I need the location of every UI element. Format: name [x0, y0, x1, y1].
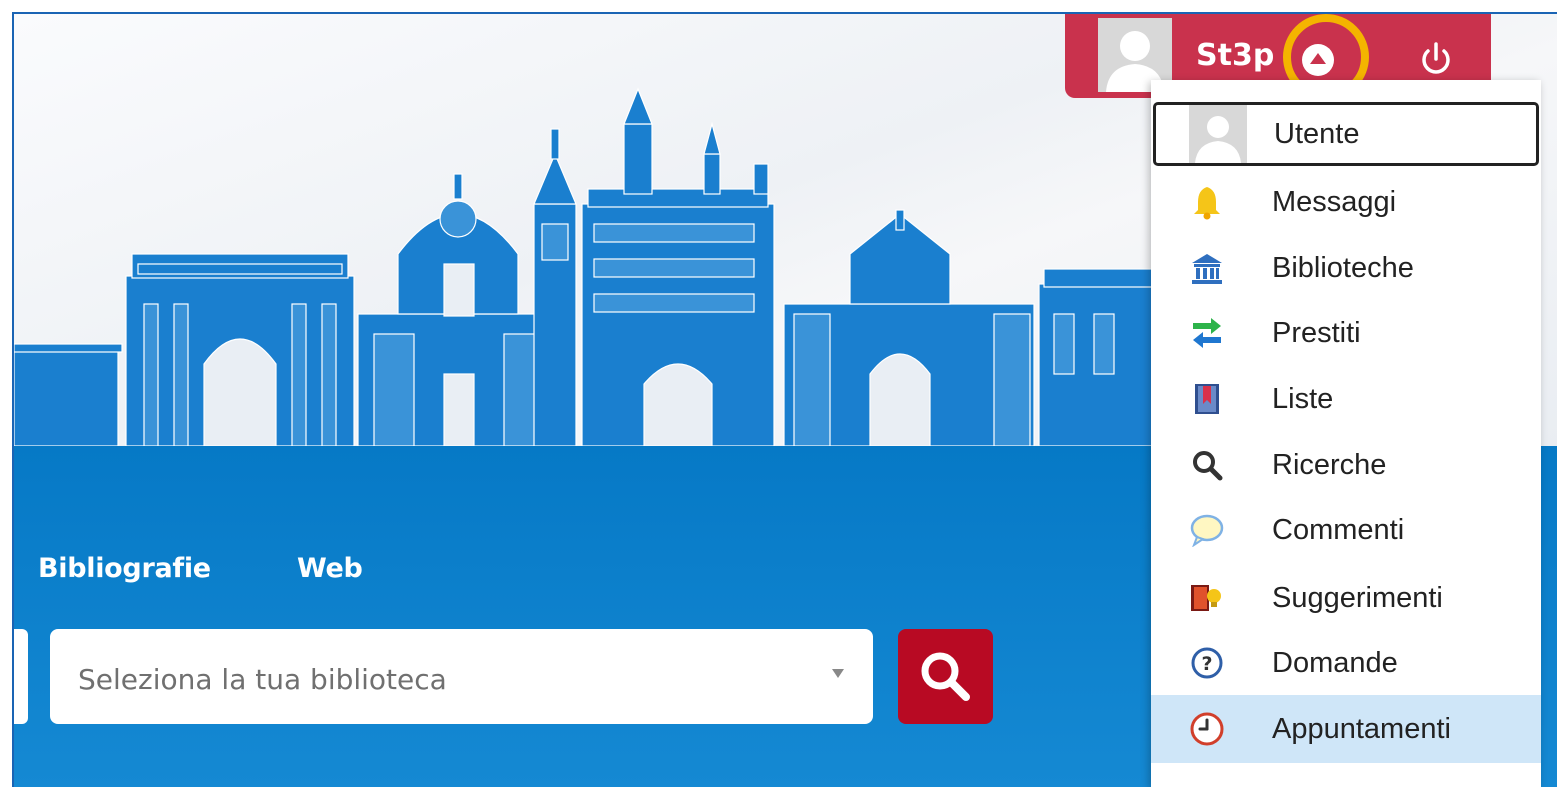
frame-margin: [0, 0, 1557, 12]
menu-item-liste[interactable]: Liste: [1151, 367, 1541, 431]
frame-border: [0, 0, 14, 787]
user-name[interactable]: St3p: [1196, 38, 1274, 73]
menu-item-appuntamenti[interactable]: Appuntamenti: [1151, 695, 1541, 763]
menu-item-label: Ricerche: [1272, 449, 1387, 481]
magnifier-icon: [1189, 447, 1225, 483]
menu-item-label: Liste: [1272, 383, 1334, 415]
menu-item-domande[interactable]: ? Domande: [1151, 631, 1541, 695]
menu-item-prestiti[interactable]: Prestiti: [1151, 301, 1541, 365]
clock-icon: [1189, 711, 1225, 747]
menu-item-label: Utente: [1274, 118, 1360, 150]
menu-item-commenti[interactable]: Commenti: [1151, 498, 1541, 562]
search-button[interactable]: [898, 629, 993, 724]
svg-text:?: ?: [1201, 653, 1212, 675]
page: Bibliografie Web Seleziona la tua biblio…: [0, 0, 1557, 787]
loan-arrows-icon: [1189, 315, 1225, 351]
menu-item-label: Commenti: [1272, 514, 1405, 546]
tab-web[interactable]: Web: [297, 553, 363, 584]
menu-item-label: Suggerimenti: [1272, 582, 1443, 614]
comment-bubble-icon: [1189, 512, 1225, 548]
library-icon: [1189, 250, 1225, 286]
logout-button[interactable]: [1418, 40, 1454, 78]
menu-item-biblioteche[interactable]: Biblioteche: [1151, 236, 1541, 300]
user-dropdown-menu: Utente Messaggi Biblioteche Prestiti Lis…: [1151, 80, 1541, 787]
library-select-placeholder: Seleziona la tua biblioteca: [78, 663, 447, 696]
search-icon: [921, 652, 970, 701]
user-icon: [1189, 105, 1247, 163]
menu-item-label: Appuntamenti: [1272, 713, 1451, 745]
frame-border: [12, 12, 1557, 14]
dropdown-arrow-icon: [832, 669, 844, 678]
question-icon: ?: [1189, 645, 1225, 681]
menu-item-label: Prestiti: [1272, 317, 1361, 349]
menu-item-ricerche[interactable]: Ricerche: [1151, 433, 1541, 497]
tab-bibliografie[interactable]: Bibliografie: [38, 553, 211, 584]
menu-item-label: Domande: [1272, 647, 1398, 679]
library-select[interactable]: Seleziona la tua biblioteca: [50, 629, 873, 724]
bell-icon: [1189, 184, 1225, 220]
menu-item-label: Biblioteche: [1272, 252, 1414, 284]
menu-item-messaggi[interactable]: Messaggi: [1151, 170, 1541, 234]
menu-item-utente[interactable]: Utente: [1153, 102, 1539, 166]
power-icon: [1422, 42, 1450, 74]
search-input-edge[interactable]: [14, 629, 28, 724]
list-bookmark-icon: [1189, 381, 1225, 417]
menu-item-label: Messaggi: [1272, 186, 1397, 218]
suggestion-icon: [1189, 580, 1225, 616]
menu-item-suggerimenti[interactable]: Suggerimenti: [1151, 566, 1541, 630]
